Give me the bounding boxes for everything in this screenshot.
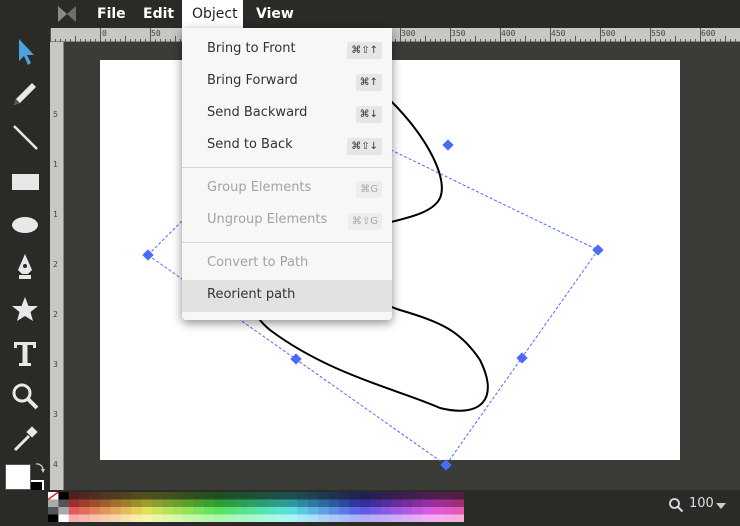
- menu-convert-to-path[interactable]: Convert to Path: [182, 248, 392, 280]
- pen-tool[interactable]: [8, 250, 42, 284]
- menu-file[interactable]: File: [87, 0, 136, 28]
- ellipse-icon: [12, 217, 38, 233]
- toolbar: [0, 28, 50, 526]
- zoom-level: 100: [689, 496, 714, 511]
- shortcut-badge: ⌘⇧↑: [347, 42, 382, 59]
- eyedropper-tool[interactable]: [8, 422, 42, 456]
- ruler-vertical: 5 1 1 2 2 3 3 4: [50, 42, 64, 490]
- menu-separator: [182, 242, 392, 243]
- menu-group-elements[interactable]: Group Elements ⌘G: [182, 173, 392, 205]
- select-tool[interactable]: [8, 34, 42, 68]
- ruler-tick-label: 2: [53, 310, 58, 319]
- fill-color-swatch[interactable]: [5, 464, 31, 490]
- shortcut-badge: ⌘⇧↓: [347, 138, 382, 155]
- menu-object[interactable]: Object: [182, 0, 243, 28]
- swap-colors-icon[interactable]: [33, 462, 45, 476]
- ruler-tick-label: 4: [53, 460, 58, 469]
- zoom-tool[interactable]: [8, 379, 42, 413]
- line-tool[interactable]: [8, 120, 42, 154]
- shortcut-badge: ⌘⇧G: [347, 213, 382, 230]
- ruler-tick-label: 1: [53, 160, 58, 169]
- ruler-tick-label: 3: [53, 410, 58, 419]
- star-tool[interactable]: [8, 293, 42, 327]
- eyedropper-icon: [13, 426, 38, 452]
- zoom-icon: [669, 498, 684, 513]
- text-icon: [14, 342, 36, 366]
- rectangle-tool[interactable]: [8, 164, 42, 198]
- menu-ungroup-elements[interactable]: Ungroup Elements ⌘⇧G: [182, 205, 392, 237]
- menu-view[interactable]: View: [246, 0, 304, 28]
- menu-bring-to-front[interactable]: Bring to Front ⌘⇧↑: [182, 34, 392, 66]
- menu-item-label: Send to Back: [207, 137, 293, 152]
- ruler-tick-label: 3: [53, 360, 58, 369]
- menu-send-to-back[interactable]: Send to Back ⌘⇧↓: [182, 130, 392, 162]
- color-palette[interactable]: [48, 492, 464, 522]
- menu-item-label: Reorient path: [207, 287, 296, 302]
- menu-reorient-path[interactable]: Reorient path: [182, 280, 392, 312]
- zoom-icon: [12, 383, 39, 410]
- object-menu-dropdown: Bring to Front ⌘⇧↑ Bring Forward ⌘↑ Send…: [182, 28, 392, 320]
- line-icon: [13, 125, 38, 150]
- shortcut-badge: ⌘G: [356, 181, 382, 198]
- menu-separator: [182, 167, 392, 168]
- menu-item-label: Bring to Front: [207, 41, 296, 56]
- ruler-horizontal: 0 50 300 350 400 450 500 550 600: [50, 28, 740, 42]
- ellipse-tool[interactable]: [8, 207, 42, 241]
- ruler-tick-label: 2: [53, 260, 58, 269]
- ruler-tick-label: 5: [53, 110, 58, 119]
- pen-icon: [18, 254, 32, 279]
- select-icon: [19, 39, 34, 65]
- rectangle-icon: [12, 174, 39, 190]
- menu-item-label: Send Backward: [207, 105, 308, 120]
- menu-item-label: Group Elements: [207, 180, 312, 195]
- menubar: File Edit Object View: [0, 0, 740, 28]
- text-tool[interactable]: [8, 336, 42, 370]
- chevron-down-icon: [716, 503, 726, 509]
- menu-item-label: Convert to Path: [207, 255, 309, 270]
- pencil-tool[interactable]: [8, 77, 42, 111]
- ruler-ticks: [50, 28, 736, 42]
- shortcut-badge: ⌘↑: [355, 74, 382, 91]
- app-logo-icon: [58, 6, 76, 22]
- shortcut-badge: ⌘↓: [355, 106, 382, 123]
- ruler-tick-label: 1: [53, 210, 58, 219]
- menu-item-label: Ungroup Elements: [207, 212, 328, 227]
- menu-bring-forward[interactable]: Bring Forward ⌘↑: [182, 66, 392, 98]
- menu-edit[interactable]: Edit: [133, 0, 184, 28]
- menu-item-label: Bring Forward: [207, 73, 298, 88]
- zoom-control[interactable]: 100: [666, 494, 736, 516]
- pencil-icon: [14, 83, 36, 105]
- menu-send-backward[interactable]: Send Backward ⌘↓: [182, 98, 392, 130]
- star-icon: [12, 297, 38, 321]
